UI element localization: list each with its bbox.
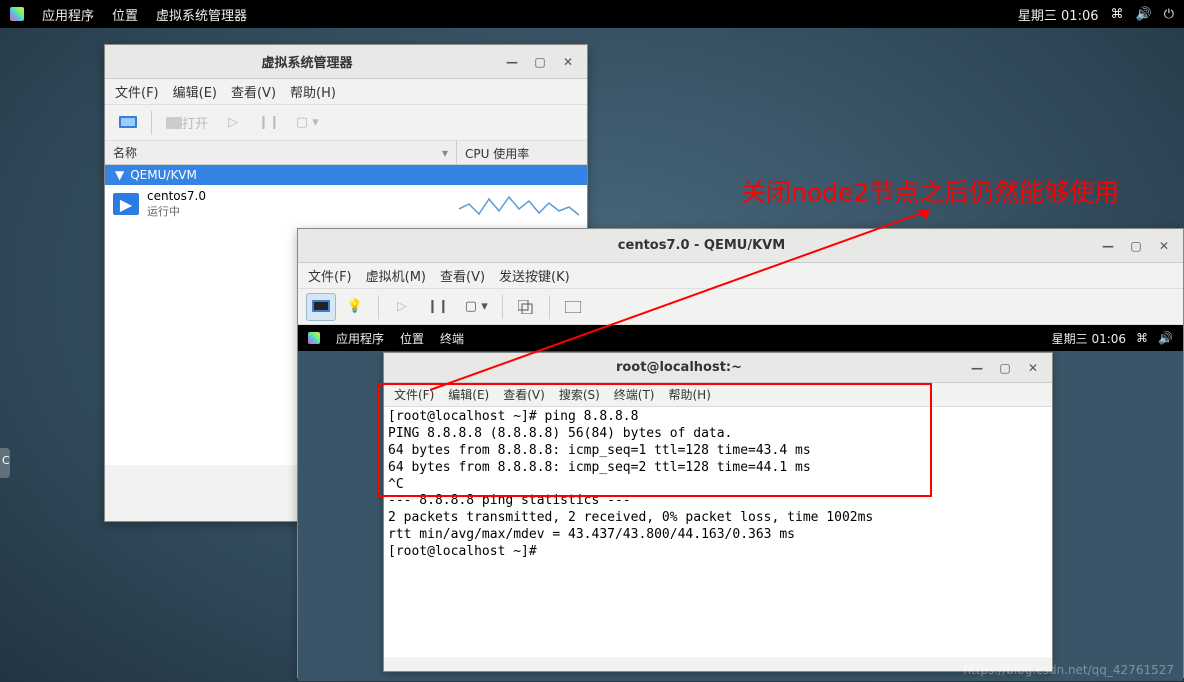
- guest-volume-icon[interactable]: 🔊: [1158, 331, 1173, 345]
- menu-sendkey[interactable]: 发送按键(K): [499, 266, 570, 285]
- menu-search[interactable]: 搜索(S): [559, 386, 600, 403]
- maximize-button[interactable]: ▢: [529, 52, 551, 72]
- open-button[interactable]: 打开: [160, 109, 214, 137]
- volume-icon[interactable]: 🔊: [1136, 7, 1152, 22]
- menu-applications[interactable]: 应用程序: [42, 5, 94, 24]
- vm-row[interactable]: ▶ centos7.0 运行中: [105, 185, 587, 223]
- connection-row[interactable]: ▼ QEMU/KVM: [105, 165, 587, 185]
- dock-label: C: [2, 454, 10, 467]
- guest-clock[interactable]: 星期三 01:06: [1052, 330, 1126, 347]
- vmm-title: 虚拟系统管理器: [113, 52, 501, 71]
- vmm-columns: 名称 ▾ CPU 使用率: [105, 141, 587, 165]
- menu-help[interactable]: 帮助(H): [669, 386, 711, 403]
- menu-help[interactable]: 帮助(H): [290, 82, 336, 101]
- guest-network-icon[interactable]: ⌘: [1136, 331, 1148, 345]
- guest-top-bar: 应用程序 位置 终端 星期三 01:06 ⌘ 🔊: [298, 325, 1183, 351]
- separator: [549, 295, 550, 319]
- details-button[interactable]: 💡: [340, 293, 370, 321]
- snapshot-button[interactable]: [511, 293, 541, 321]
- host-top-bar: 应用程序 位置 虚拟系统管理器 星期三 01:06 ⌘ 🔊 ⏻: [0, 0, 1184, 28]
- expand-icon[interactable]: ▼: [115, 168, 124, 182]
- menu-view[interactable]: 查看(V): [503, 386, 545, 403]
- annotation-text: 关闭node2节点之后仍然能够使用: [741, 173, 1119, 209]
- terminal-title: root@localhost:~: [392, 360, 966, 375]
- menu-view[interactable]: 查看(V): [440, 266, 485, 285]
- col-name[interactable]: 名称: [113, 144, 137, 161]
- guest-menu-places[interactable]: 位置: [400, 330, 424, 347]
- close-button[interactable]: ✕: [1153, 236, 1175, 256]
- power-icon[interactable]: ⏻: [1164, 7, 1174, 22]
- guest-desktop[interactable]: root@localhost:~ — ▢ ✕ 文件(F) 编辑(E) 查看(V)…: [298, 351, 1183, 681]
- close-button[interactable]: ✕: [1022, 358, 1044, 378]
- menu-file[interactable]: 文件(F): [308, 266, 352, 285]
- menu-edit[interactable]: 编辑(E): [448, 386, 489, 403]
- menu-terminal[interactable]: 终端(T): [614, 386, 655, 403]
- connection-name: QEMU/KVM: [130, 168, 197, 182]
- menu-file[interactable]: 文件(F): [115, 82, 159, 101]
- terminal-window: root@localhost:~ — ▢ ✕ 文件(F) 编辑(E) 查看(V)…: [383, 352, 1053, 672]
- terminal-content[interactable]: [root@localhost ~]# ping 8.8.8.8 PING 8.…: [384, 407, 1052, 657]
- guest-active-window[interactable]: 终端: [440, 330, 464, 347]
- qemu-menubar: 文件(F) 虚拟机(M) 查看(V) 发送按键(K): [298, 263, 1183, 289]
- minimize-button[interactable]: —: [1097, 236, 1119, 256]
- close-button[interactable]: ✕: [557, 52, 579, 72]
- col-cpu[interactable]: CPU 使用率: [457, 141, 587, 164]
- guest-activities-icon[interactable]: [308, 332, 320, 344]
- guest-menu-applications[interactable]: 应用程序: [336, 330, 384, 347]
- minimize-button[interactable]: —: [501, 52, 523, 72]
- separator: [151, 111, 152, 135]
- menu-vm[interactable]: 虚拟机(M): [366, 266, 426, 285]
- run-button[interactable]: ▷: [218, 109, 248, 137]
- activities-icon[interactable]: [10, 7, 24, 21]
- minimize-button[interactable]: —: [966, 358, 988, 378]
- menu-view[interactable]: 查看(V): [231, 82, 276, 101]
- fullscreen-button[interactable]: [558, 293, 588, 321]
- vm-name: centos7.0: [147, 189, 459, 205]
- console-button[interactable]: [306, 293, 336, 321]
- vm-running-icon: ▶: [113, 193, 139, 215]
- shutdown-button[interactable]: ▢ ▾: [459, 293, 494, 321]
- new-vm-button[interactable]: [113, 109, 143, 137]
- qemu-console-window: centos7.0 - QEMU/KVM — ▢ ✕ 文件(F) 虚拟机(M) …: [297, 228, 1184, 678]
- vmm-toolbar: 打开 ▷ ❙❙ ▢ ▾: [105, 105, 587, 141]
- network-icon[interactable]: ⌘: [1111, 7, 1124, 22]
- shutdown-button[interactable]: ▢ ▾: [290, 109, 325, 137]
- vm-state: 运行中: [147, 205, 459, 219]
- separator: [502, 295, 503, 319]
- pause-button[interactable]: ❙❙: [421, 293, 455, 321]
- menu-edit[interactable]: 编辑(E): [173, 82, 217, 101]
- maximize-button[interactable]: ▢: [1125, 236, 1147, 256]
- vmm-titlebar[interactable]: 虚拟系统管理器 — ▢ ✕: [105, 45, 587, 79]
- pause-button[interactable]: ❙❙: [252, 109, 286, 137]
- menu-file[interactable]: 文件(F): [394, 386, 434, 403]
- sort-icon[interactable]: ▾: [442, 146, 448, 160]
- vmm-menubar: 文件(F) 编辑(E) 查看(V) 帮助(H): [105, 79, 587, 105]
- menu-places[interactable]: 位置: [112, 5, 138, 24]
- active-window-title[interactable]: 虚拟系统管理器: [156, 5, 247, 24]
- terminal-menubar: 文件(F) 编辑(E) 查看(V) 搜索(S) 终端(T) 帮助(H): [384, 383, 1052, 407]
- clock[interactable]: 星期三 01:06: [1018, 5, 1099, 24]
- watermark: https://blog.csdn.net/qq_42761527: [963, 663, 1174, 677]
- qemu-toolbar: 💡 ▷ ❙❙ ▢ ▾: [298, 289, 1183, 325]
- cpu-sparkline: [459, 189, 579, 219]
- separator: [378, 295, 379, 319]
- qemu-titlebar[interactable]: centos7.0 - QEMU/KVM — ▢ ✕: [298, 229, 1183, 263]
- run-button[interactable]: ▷: [387, 293, 417, 321]
- maximize-button[interactable]: ▢: [994, 358, 1016, 378]
- qemu-title: centos7.0 - QEMU/KVM: [306, 238, 1097, 253]
- terminal-titlebar[interactable]: root@localhost:~ — ▢ ✕: [384, 353, 1052, 383]
